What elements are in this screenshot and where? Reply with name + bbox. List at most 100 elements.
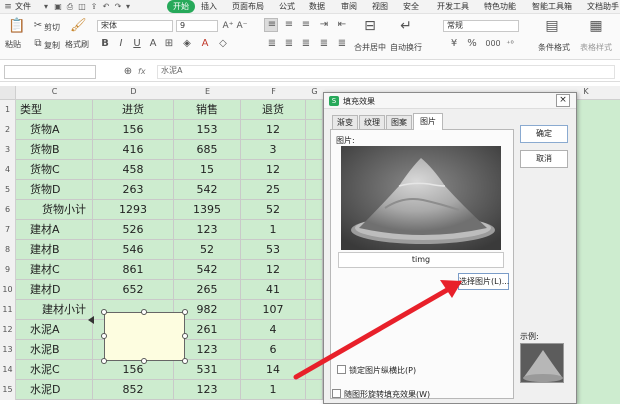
rotate-fill-checkbox[interactable] (332, 389, 341, 398)
select-picture-button[interactable]: 选择图片(L)... (458, 273, 509, 290)
resize-handle[interactable] (182, 358, 188, 364)
cell-d[interactable]: 1293 (93, 200, 174, 220)
currency-icon[interactable]: ¥ (448, 38, 460, 50)
merge-center-button[interactable]: 合并居中 (354, 42, 386, 53)
cell-d[interactable]: 进货 (93, 100, 174, 120)
col-header-k[interactable]: K (577, 87, 595, 96)
cell-f[interactable]: 14 (241, 360, 306, 380)
export-icon[interactable]: ⇪ (88, 1, 100, 13)
resize-handle[interactable] (182, 309, 188, 315)
cell-e[interactable]: 123 (174, 220, 241, 240)
copy-icon[interactable]: ⧉ (32, 38, 44, 50)
cell-d[interactable]: 156 (93, 120, 174, 140)
menu-file[interactable]: 文件 (15, 1, 31, 12)
tab-picture[interactable]: 图片 (413, 113, 443, 130)
menu-security[interactable]: 安全 (403, 1, 419, 12)
font-color-icon[interactable]: A (199, 38, 211, 50)
cell-f[interactable]: 1 (241, 380, 306, 400)
cell-g[interactable] (306, 120, 323, 140)
cell-d[interactable]: 861 (93, 260, 174, 280)
menu-review[interactable]: 审阅 (341, 1, 357, 12)
lock-ratio-checkbox[interactable] (337, 365, 346, 374)
tab-pattern[interactable]: 图案 (386, 115, 412, 129)
text-left-icon[interactable]: ≣ (266, 38, 278, 50)
row-header[interactable]: 7 (0, 220, 16, 240)
cell-c[interactable]: 建材A (16, 220, 93, 240)
cell-g[interactable] (306, 380, 323, 400)
cell-f[interactable]: 52 (241, 200, 306, 220)
underline-icon[interactable]: U (131, 38, 143, 50)
row-header[interactable]: 15 (0, 380, 16, 400)
inserted-rectangle-shape[interactable] (104, 312, 185, 361)
increase-font-icon[interactable]: A⁺ (222, 20, 234, 32)
ok-button[interactable]: 确定 (520, 125, 568, 143)
conditional-format-icon[interactable]: ▤ (544, 19, 560, 36)
cell-g[interactable] (306, 260, 323, 280)
cell-e[interactable]: 542 (174, 180, 241, 200)
cell-c[interactable]: 货物A (16, 120, 93, 140)
preview-icon[interactable]: ◫ (76, 1, 88, 13)
row-header[interactable]: 14 (0, 360, 16, 380)
name-box[interactable] (4, 65, 96, 79)
cell-g[interactable] (306, 180, 323, 200)
menu-special[interactable]: 特色功能 (484, 1, 516, 12)
row-header[interactable]: 11 (0, 300, 16, 320)
print-icon[interactable]: ⎙ (64, 1, 76, 13)
cell-d[interactable]: 416 (93, 140, 174, 160)
fill-color-icon[interactable]: ◈ (181, 38, 193, 50)
cell-f[interactable]: 3 (241, 140, 306, 160)
more-icon[interactable]: ▾ (122, 1, 134, 13)
font-size-select[interactable]: 9 (176, 20, 218, 32)
cell-g[interactable] (306, 340, 323, 360)
italic-icon[interactable]: I (115, 38, 127, 50)
menu-smart-toolbox[interactable]: 智能工具箱 (532, 1, 572, 12)
paste-button[interactable]: 粘贴 (5, 39, 21, 50)
cell-d[interactable]: 652 (93, 280, 174, 300)
cell-c[interactable]: 水泥D (16, 380, 93, 400)
resize-handle[interactable] (141, 358, 147, 364)
strikethrough-icon[interactable]: A (147, 38, 159, 50)
grid-right-area[interactable] (577, 100, 620, 404)
row-header[interactable]: 8 (0, 240, 16, 260)
table-style-icon[interactable]: ▦ (588, 19, 604, 36)
cell-d[interactable]: 263 (93, 180, 174, 200)
conditional-format-button[interactable]: 条件格式 (538, 42, 570, 53)
cut-button[interactable]: 剪切 (44, 22, 60, 33)
menu-doc-helper[interactable]: 文档助手 (587, 1, 619, 12)
cell-e[interactable]: 265 (174, 280, 241, 300)
percent-icon[interactable]: % (466, 38, 478, 50)
cell-c[interactable]: 水泥C (16, 360, 93, 380)
cell-c[interactable]: 水泥A (16, 320, 93, 340)
cell-g[interactable] (306, 300, 323, 320)
cell-g[interactable] (306, 160, 323, 180)
cell-f[interactable]: 25 (241, 180, 306, 200)
resize-handle[interactable] (141, 309, 147, 315)
thousands-icon[interactable]: 000 (484, 38, 502, 50)
justify-icon[interactable]: ≣ (318, 38, 330, 50)
formula-input[interactable]: 水泥A (157, 65, 615, 79)
row-header[interactable]: 4 (0, 160, 16, 180)
cell-g[interactable] (306, 200, 323, 220)
row-header[interactable]: 12 (0, 320, 16, 340)
cell-f[interactable]: 6 (241, 340, 306, 360)
tab-texture[interactable]: 纹理 (359, 115, 385, 129)
cancel-button[interactable]: 取消 (520, 150, 568, 168)
col-header-d[interactable]: D (93, 87, 174, 96)
cell-f[interactable]: 12 (241, 120, 306, 140)
cell-c[interactable]: 建材B (16, 240, 93, 260)
font-name-select[interactable]: 宋体 (97, 20, 173, 32)
cell-g[interactable] (306, 140, 323, 160)
cell-f[interactable]: 53 (241, 240, 306, 260)
cell-c[interactable]: 建材C (16, 260, 93, 280)
resize-handle[interactable] (101, 333, 107, 339)
select-all-corner[interactable] (0, 86, 16, 99)
menu-data[interactable]: 数据 (309, 1, 325, 12)
menu-view[interactable]: 视图 (372, 1, 388, 12)
col-header-g[interactable]: G (306, 87, 323, 96)
cell-d[interactable]: 546 (93, 240, 174, 260)
cell-c[interactable]: 水泥B (16, 340, 93, 360)
cell-g[interactable] (306, 320, 323, 340)
menu-developer[interactable]: 开发工具 (437, 1, 469, 12)
cell-d[interactable]: 852 (93, 380, 174, 400)
cell-e[interactable]: 1395 (174, 200, 241, 220)
